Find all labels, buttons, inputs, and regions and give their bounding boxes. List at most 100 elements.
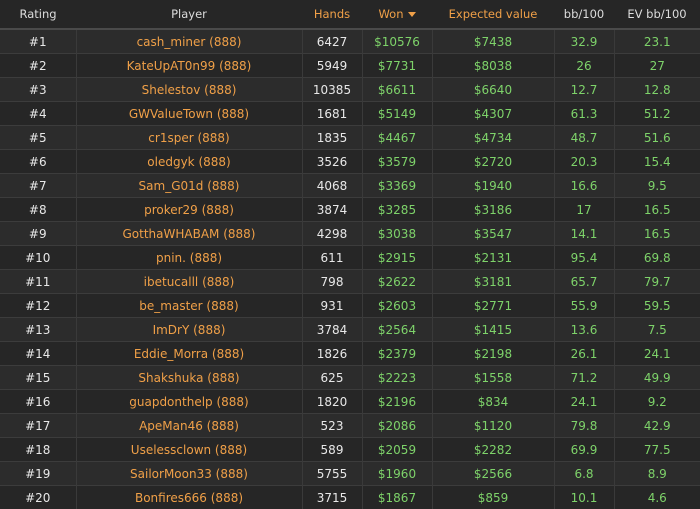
player-cell: ImDrY (888) xyxy=(76,318,302,342)
player-cell: Sam_G01d (888) xyxy=(76,174,302,198)
bb100-cell: 71.2 xyxy=(554,366,614,390)
expected-value-cell: $1120 xyxy=(432,414,554,438)
player-link[interactable]: Bonfires666 (888) xyxy=(135,491,243,505)
bb100-cell: 17 xyxy=(554,198,614,222)
won-cell: $2379 xyxy=(362,342,432,366)
table-row[interactable]: #8proker29 (888)3874$3285$31861716.5 xyxy=(0,198,700,222)
hands-cell: 3874 xyxy=(302,198,362,222)
column-header-hands[interactable]: Hands xyxy=(302,0,362,29)
ev-bb100-cell: 59.5 xyxy=(614,294,700,318)
hands-cell: 3526 xyxy=(302,150,362,174)
expected-value-cell: $2198 xyxy=(432,342,554,366)
rating-cell: #8 xyxy=(0,198,76,222)
expected-value-cell: $7438 xyxy=(432,29,554,54)
player-link[interactable]: ibetucalll (888) xyxy=(144,275,235,289)
hands-cell: 798 xyxy=(302,270,362,294)
column-header-rating[interactable]: Rating xyxy=(0,0,76,29)
expected-value-cell: $4307 xyxy=(432,102,554,126)
ev-bb100-cell: 77.5 xyxy=(614,438,700,462)
column-header-ev-bb100[interactable]: EV bb/100 xyxy=(614,0,700,29)
table-row[interactable]: #6oledgyk (888)3526$3579$272020.315.4 xyxy=(0,150,700,174)
table-row[interactable]: #7Sam_G01d (888)4068$3369$194016.69.5 xyxy=(0,174,700,198)
player-cell: cash_miner (888) xyxy=(76,29,302,54)
player-link[interactable]: cash_miner (888) xyxy=(137,35,242,49)
player-link[interactable]: Eddie_Morra (888) xyxy=(134,347,244,361)
player-link[interactable]: SailorMoon33 (888) xyxy=(130,467,248,481)
expected-value-cell: $3186 xyxy=(432,198,554,222)
player-link[interactable]: KateUpAT0n99 (888) xyxy=(127,59,252,73)
table-row[interactable]: #4GWValueTown (888)1681$5149$430761.351.… xyxy=(0,102,700,126)
won-cell: $7731 xyxy=(362,54,432,78)
table-row[interactable]: #2KateUpAT0n99 (888)5949$7731$80382627 xyxy=(0,54,700,78)
bb100-cell: 61.3 xyxy=(554,102,614,126)
table-row[interactable]: #12be_master (888)931$2603$277155.959.5 xyxy=(0,294,700,318)
player-link[interactable]: be_master (888) xyxy=(139,299,238,313)
table-row[interactable]: #5cr1sper (888)1835$4467$473448.751.6 xyxy=(0,126,700,150)
rating-cell: #6 xyxy=(0,150,76,174)
table-row[interactable]: #11ibetucalll (888)798$2622$318165.779.7 xyxy=(0,270,700,294)
table-row[interactable]: #13ImDrY (888)3784$2564$141513.67.5 xyxy=(0,318,700,342)
table-row[interactable]: #18Uselessclown (888)589$2059$228269.977… xyxy=(0,438,700,462)
column-header-bb100[interactable]: bb/100 xyxy=(554,0,614,29)
player-cell: guapdonthelp (888) xyxy=(76,390,302,414)
rating-cell: #16 xyxy=(0,390,76,414)
player-cell: ApeMan46 (888) xyxy=(76,414,302,438)
ev-bb100-cell: 23.1 xyxy=(614,29,700,54)
ev-bb100-cell: 9.2 xyxy=(614,390,700,414)
table-row[interactable]: #16guapdonthelp (888)1820$2196$83424.19.… xyxy=(0,390,700,414)
rating-cell: #12 xyxy=(0,294,76,318)
ev-bb100-cell: 42.9 xyxy=(614,414,700,438)
hands-cell: 1835 xyxy=(302,126,362,150)
table-row[interactable]: #3Shelestov (888)10385$6611$664012.712.8 xyxy=(0,78,700,102)
hands-cell: 5755 xyxy=(302,462,362,486)
bb100-cell: 6.8 xyxy=(554,462,614,486)
table-row[interactable]: #19SailorMoon33 (888)5755$1960$25666.88.… xyxy=(0,462,700,486)
player-cell: Shelestov (888) xyxy=(76,78,302,102)
expected-value-cell: $2771 xyxy=(432,294,554,318)
rating-cell: #3 xyxy=(0,78,76,102)
table-header: Rating Player Hands Won Expected value b… xyxy=(0,0,700,29)
player-link[interactable]: Sam_G01d (888) xyxy=(139,179,240,193)
player-link[interactable]: GotthaWHABAM (888) xyxy=(123,227,256,241)
player-link[interactable]: cr1sper (888) xyxy=(148,131,229,145)
bb100-cell: 20.3 xyxy=(554,150,614,174)
player-link[interactable]: ImDrY (888) xyxy=(153,323,226,337)
player-cell: pnin. (888) xyxy=(76,246,302,270)
bb100-cell: 65.7 xyxy=(554,270,614,294)
player-link[interactable]: ApeMan46 (888) xyxy=(139,419,239,433)
leaderboard-table: Rating Player Hands Won Expected value b… xyxy=(0,0,700,509)
won-cell: $3369 xyxy=(362,174,432,198)
player-link[interactable]: proker29 (888) xyxy=(144,203,234,217)
column-header-expected-value[interactable]: Expected value xyxy=(432,0,554,29)
table-row[interactable]: #1cash_miner (888)6427$10576$743832.923.… xyxy=(0,29,700,54)
column-header-won[interactable]: Won xyxy=(362,0,432,29)
won-cell: $10576 xyxy=(362,29,432,54)
bb100-cell: 55.9 xyxy=(554,294,614,318)
player-link[interactable]: guapdonthelp (888) xyxy=(129,395,248,409)
bb100-cell: 26 xyxy=(554,54,614,78)
table-row[interactable]: #15Shakshuka (888)625$2223$155871.249.9 xyxy=(0,366,700,390)
player-link[interactable]: oledgyk (888) xyxy=(147,155,230,169)
player-link[interactable]: Uselessclown (888) xyxy=(131,443,247,457)
ev-bb100-cell: 8.9 xyxy=(614,462,700,486)
rating-cell: #15 xyxy=(0,366,76,390)
table-row[interactable]: #14Eddie_Morra (888)1826$2379$219826.124… xyxy=(0,342,700,366)
hands-cell: 10385 xyxy=(302,78,362,102)
table-row[interactable]: #10pnin. (888)611$2915$213195.469.8 xyxy=(0,246,700,270)
bb100-cell: 26.1 xyxy=(554,342,614,366)
player-link[interactable]: Shakshuka (888) xyxy=(138,371,239,385)
rating-cell: #13 xyxy=(0,318,76,342)
bb100-cell: 14.1 xyxy=(554,222,614,246)
ev-bb100-cell: 79.7 xyxy=(614,270,700,294)
hands-cell: 1681 xyxy=(302,102,362,126)
player-link[interactable]: Shelestov (888) xyxy=(142,83,237,97)
table-row[interactable]: #20Bonfires666 (888)3715$1867$85910.14.6 xyxy=(0,486,700,509)
table-row[interactable]: #17ApeMan46 (888)523$2086$112079.842.9 xyxy=(0,414,700,438)
hands-cell: 931 xyxy=(302,294,362,318)
column-header-player[interactable]: Player xyxy=(76,0,302,29)
player-link[interactable]: GWValueTown (888) xyxy=(129,107,249,121)
player-link[interactable]: pnin. (888) xyxy=(156,251,222,265)
table-row[interactable]: #9GotthaWHABAM (888)4298$3038$354714.116… xyxy=(0,222,700,246)
hands-cell: 1820 xyxy=(302,390,362,414)
rating-cell: #19 xyxy=(0,462,76,486)
